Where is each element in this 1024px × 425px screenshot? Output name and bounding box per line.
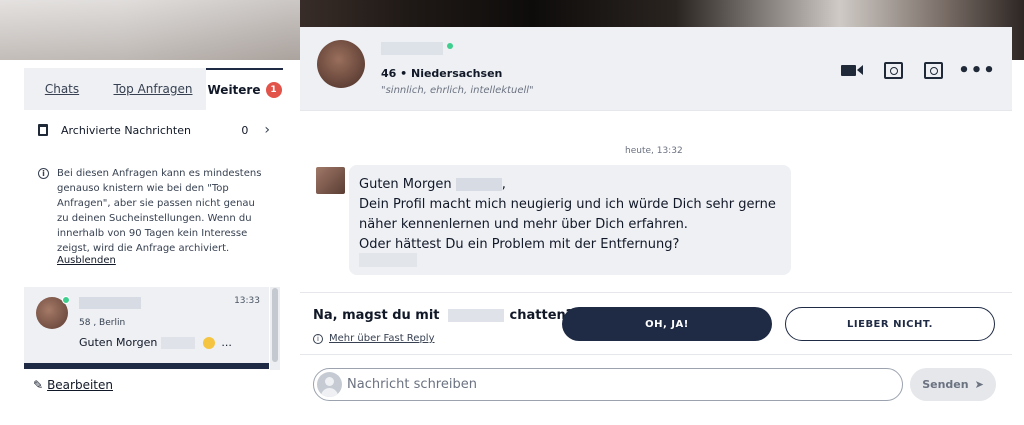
sender-avatar: [316, 167, 345, 194]
message-composer: [313, 368, 903, 401]
conversation-tabs: Chats Top Anfragen Weitere 1: [24, 68, 283, 110]
info-icon: i: [38, 168, 49, 179]
chevron-right-icon: ›: [264, 122, 270, 138]
redacted-name: [161, 336, 196, 349]
archived-messages-link[interactable]: Archivierte Nachrichten 0 ›: [38, 120, 270, 140]
fast-reply-info-link[interactable]: i Mehr über Fast Reply: [313, 333, 435, 344]
redacted-timestamp: [359, 253, 417, 267]
info-icon: i: [313, 333, 323, 344]
conversation-item[interactable]: [24, 363, 269, 369]
user-avatar-icon: [317, 372, 342, 397]
tab-top-anfragen[interactable]: Top Anfragen: [100, 68, 206, 110]
redacted-name: [447, 309, 504, 322]
conversation-meta: 58 , Berlin: [79, 318, 126, 328]
message-input[interactable]: [347, 374, 887, 394]
archived-label: Archivierte Nachrichten: [61, 123, 191, 137]
online-indicator: [62, 296, 70, 304]
accept-button[interactable]: OH, JA!: [562, 307, 772, 341]
age-location: 46 • Niedersachsen: [381, 67, 503, 80]
edit-button[interactable]: ✎ Bearbeiten: [33, 378, 113, 392]
tab-weitere[interactable]: Weitere 1: [206, 68, 283, 110]
hide-link[interactable]: Ausblenden: [57, 255, 116, 266]
message-bubble: Guten Morgen , Dein Profil macht mich ne…: [349, 165, 791, 275]
avatar[interactable]: [317, 40, 365, 88]
smile-emoji-icon: [203, 336, 216, 349]
photo-reject-icon[interactable]: [921, 59, 945, 81]
tab-chats[interactable]: Chats: [24, 68, 100, 110]
online-indicator: [447, 43, 453, 49]
video-call-icon[interactable]: [840, 59, 864, 81]
photo-accept-icon[interactable]: [881, 59, 905, 81]
pencil-icon: ✎: [33, 378, 44, 392]
archived-count: 0: [241, 123, 249, 137]
redacted-name: [455, 178, 502, 191]
message-body: Dein Profil macht mich neugierig und ich…: [359, 197, 776, 252]
chat-panel: 46 • Niedersachsen "sinnlich, ehrlich, i…: [300, 27, 1012, 425]
message-date: heute, 13:32: [625, 146, 683, 156]
redacted-name: [79, 297, 141, 309]
fast-reply-bar: Na, magst du mit chatten? i Mehr über Fa…: [300, 292, 1012, 355]
fast-reply-question: Na, magst du mit chatten?: [313, 308, 574, 323]
conversation-sidebar: Chats Top Anfragen Weitere 1 Archivierte…: [15, 60, 283, 425]
profile-tagline: "sinnlich, ehrlich, intellektuell": [381, 85, 534, 96]
send-arrow-icon: ➤: [974, 378, 984, 391]
redacted-name: [381, 42, 443, 55]
unread-badge: 1: [265, 82, 282, 98]
info-text: Bei diesen Anfragen kann es mindestens g…: [57, 168, 262, 254]
info-notice: i Bei diesen Anfragen kann es mindestens…: [38, 166, 266, 256]
trash-icon: [38, 124, 48, 136]
conversation-preview: Guten Morgen ...: [79, 336, 232, 349]
decline-button[interactable]: LIEBER NICHT.: [785, 307, 995, 341]
conversation-item[interactable]: 13:33 58 , Berlin Guten Morgen ...: [24, 287, 269, 363]
more-options-icon[interactable]: •••: [958, 59, 995, 81]
send-button[interactable]: Senden ➤: [910, 368, 996, 401]
message-greeting: Guten Morgen: [359, 177, 452, 192]
conversation-time: 13:33: [234, 296, 260, 306]
scrollbar[interactable]: [270, 287, 280, 370]
chat-header: 46 • Niedersachsen "sinnlich, ehrlich, i…: [300, 27, 1012, 111]
